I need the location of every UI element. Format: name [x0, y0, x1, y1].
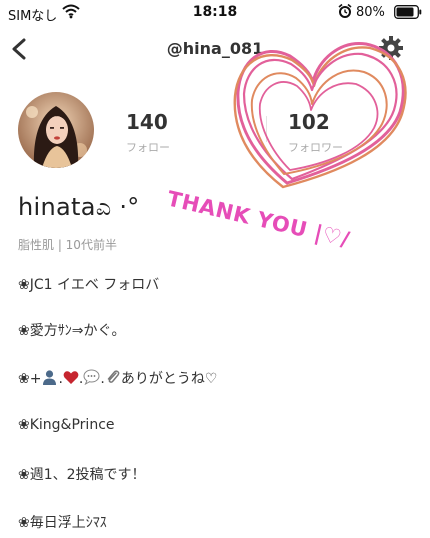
- bio-line-emoji: ❀+... ありがとうね♡: [18, 369, 218, 389]
- bio-line: ❀King&Prince: [18, 417, 115, 433]
- heart-doodle-overlay: THANK YOU |♡/: [165, 42, 407, 253]
- followers-stat[interactable]: 102 フォロワー: [288, 110, 343, 155]
- battery-percent: 80%: [356, 5, 385, 20]
- stat-divider: [266, 116, 267, 142]
- bio-line: ❀JC1 イエベ フォロバ: [18, 277, 160, 293]
- profile-tags: 脂性肌 | 10代前半: [18, 238, 117, 252]
- bio-line: ❀愛方ｻﾝ⇒かぐ。: [18, 323, 126, 339]
- following-stat[interactable]: 140 フォロー: [126, 110, 170, 155]
- heart-icon: [63, 370, 79, 389]
- alarm-icon: [337, 3, 353, 23]
- avatar[interactable]: [18, 92, 94, 168]
- gear-icon[interactable]: [378, 35, 404, 65]
- nav-bar: @hina_081: [0, 26, 430, 72]
- following-count: 140: [126, 110, 168, 134]
- thank-you-text: THANK YOU |♡/: [165, 186, 352, 252]
- person-icon: [41, 369, 58, 389]
- display-name: hinataಎ ·°: [18, 193, 140, 221]
- followers-label: フォロワー: [288, 141, 343, 154]
- status-bar: SIMなし 18:18 80%: [0, 0, 430, 26]
- bio-line-suffix: ありがとうね♡: [120, 371, 218, 387]
- paperclip-icon: [105, 369, 121, 389]
- profile-username: @hina_081: [166, 39, 264, 58]
- bio-line: ❀毎日浮上ｼﾏｽ: [18, 515, 107, 531]
- followers-count: 102: [288, 110, 330, 134]
- speech-bubble-icon: [83, 369, 100, 389]
- battery-icon: [394, 5, 422, 23]
- following-label: フォロー: [126, 141, 170, 154]
- bio-line-prefix: ❀+: [18, 371, 42, 387]
- bio-line: ❀週1、2投稿です！: [18, 467, 146, 483]
